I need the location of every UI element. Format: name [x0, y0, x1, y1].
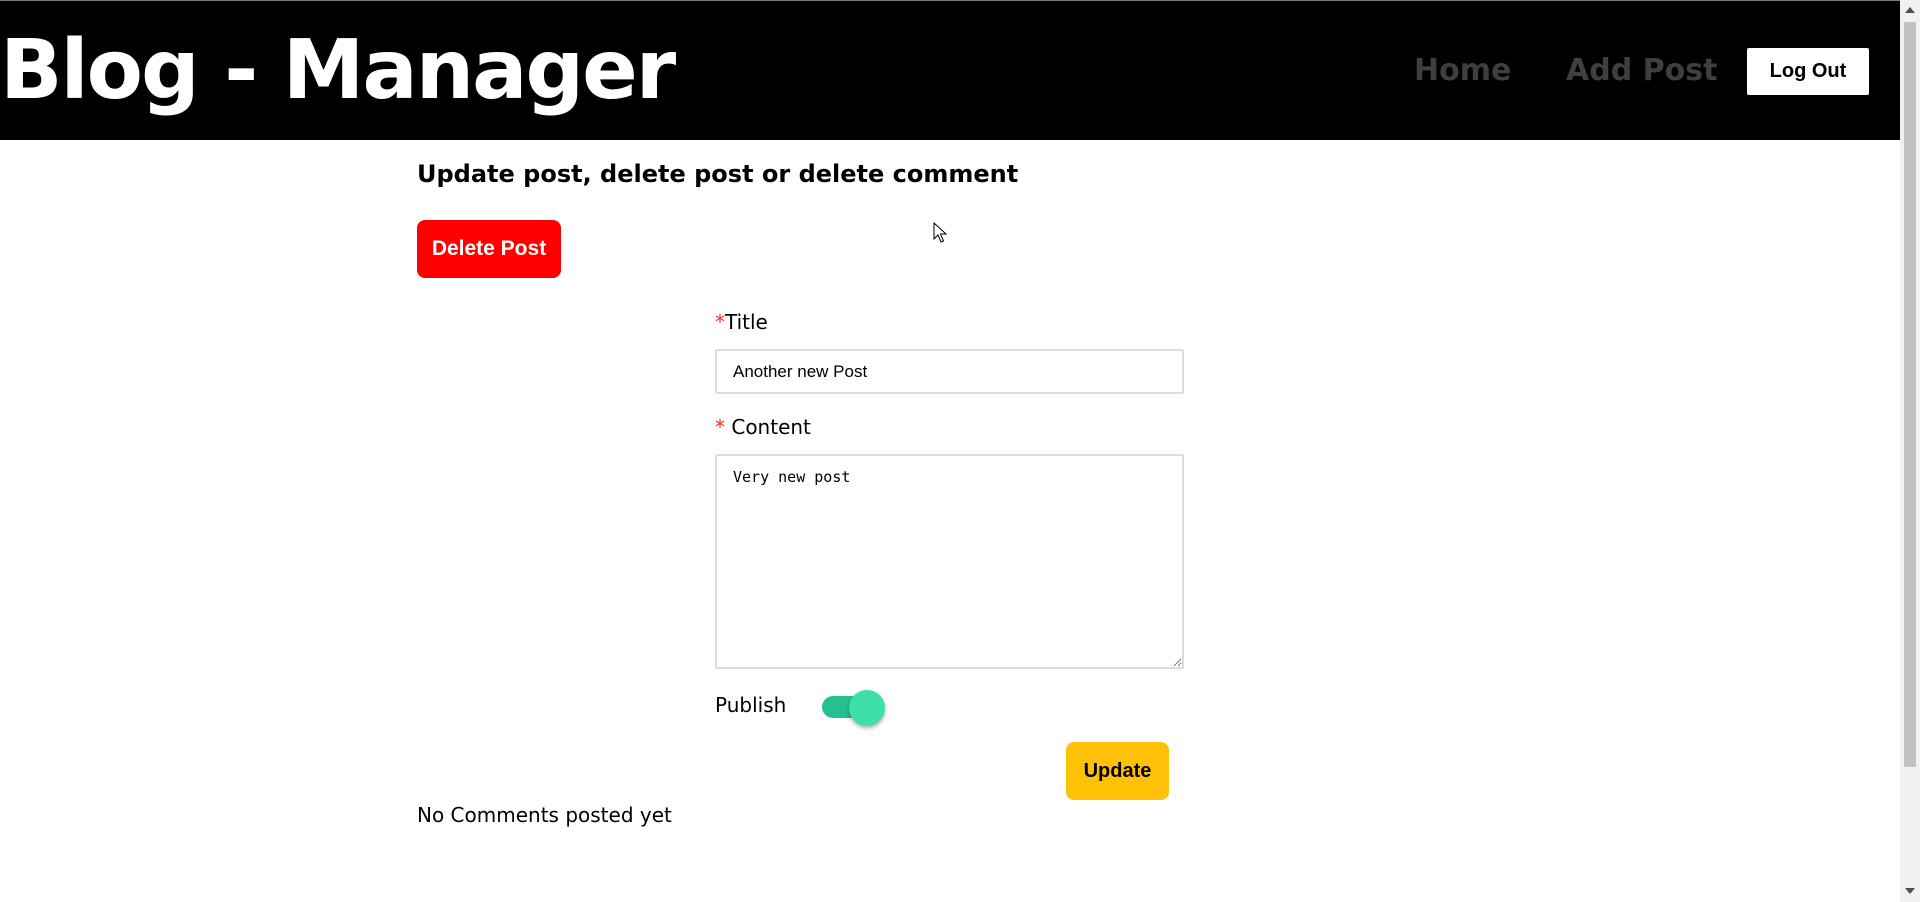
- comments-empty-message: No Comments posted yet: [417, 803, 672, 827]
- publish-toggle[interactable]: [820, 690, 890, 726]
- publish-label: Publish: [715, 693, 787, 717]
- mouse-cursor-icon: [933, 222, 947, 243]
- top-navbar: Blog - Manager Home Add Post Log Out: [0, 0, 1900, 140]
- toggle-knob: [849, 690, 885, 726]
- delete-post-button[interactable]: Delete Post: [417, 220, 561, 278]
- title-label-text: Title: [725, 310, 768, 334]
- title-field-label: *Title: [715, 308, 768, 336]
- page-title: Update post, delete post or delete comme…: [417, 160, 1019, 188]
- update-button[interactable]: Update: [1066, 742, 1169, 800]
- content-field-label: * Content: [715, 413, 811, 441]
- required-mark: *: [715, 415, 725, 439]
- nav-link-add-post[interactable]: Add Post: [1566, 51, 1717, 91]
- scroll-up-arrow-icon[interactable]: [1905, 7, 1915, 13]
- vertical-scrollbar[interactable]: [1900, 0, 1920, 902]
- brand-logo-text[interactable]: Blog - Manager: [0, 23, 676, 119]
- scrollbar-thumb[interactable]: [1904, 22, 1916, 767]
- page: Blog - Manager Home Add Post Log Out Upd…: [0, 0, 1920, 902]
- title-input[interactable]: [715, 349, 1184, 394]
- scroll-down-arrow-icon[interactable]: [1905, 888, 1915, 894]
- logout-button[interactable]: Log Out: [1747, 48, 1869, 95]
- content-textarea[interactable]: Very new post: [715, 454, 1184, 669]
- nav-link-home[interactable]: Home: [1414, 51, 1511, 91]
- required-mark: *: [715, 310, 725, 334]
- content-label-text: Content: [725, 415, 811, 439]
